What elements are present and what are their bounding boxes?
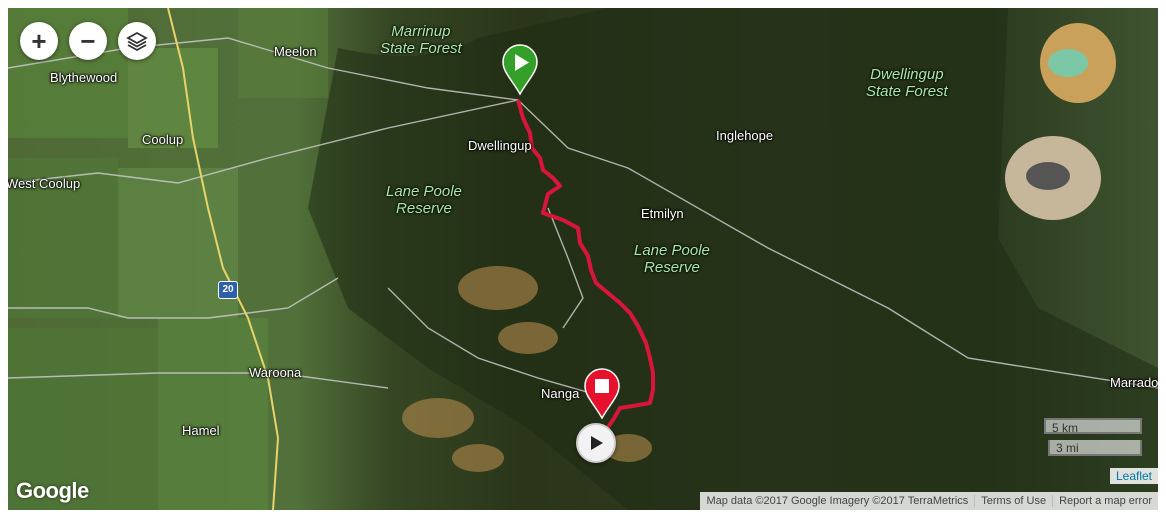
mine-sites [1005, 23, 1116, 220]
play-icon [591, 436, 603, 450]
google-logo: Google [16, 478, 89, 503]
place-west-coolup: West Coolup [8, 176, 81, 191]
map-canvas[interactable]: Meelon Blythewood Coolup West Coolup Dwe… [8, 8, 1158, 510]
place-waroona: Waroona [249, 365, 302, 380]
place-hamel: Hamel [182, 423, 220, 438]
scale-km: 5 km [1044, 418, 1142, 435]
zoom-out-button[interactable]: − [69, 22, 107, 60]
place-dwellingup: Dwellingup [468, 138, 532, 153]
park-marrinup: Marrinup State Forest [380, 23, 462, 57]
leaflet-link[interactable]: Leaflet [1109, 468, 1158, 484]
end-marker[interactable] [584, 368, 620, 420]
playback-button[interactable] [576, 423, 616, 463]
place-etmilyn: Etmilyn [641, 206, 684, 221]
place-marradong: Marrado [1110, 375, 1158, 390]
place-inglehope: Inglehope [716, 128, 774, 143]
park-dwellingup-state-forest: Dwellingup State Forest [866, 66, 948, 100]
layers-button[interactable] [118, 22, 156, 60]
attribution-bar: Map data ©2017 Google Imagery ©2017 Terr… [700, 492, 1158, 510]
report-error-link[interactable]: Report a map error [1052, 495, 1158, 507]
park-lane-poole-west: Lane Poole Reserve [386, 183, 462, 217]
place-meelon: Meelon [274, 44, 317, 59]
start-marker[interactable] [502, 44, 538, 96]
scale-mi: 3 mi [1048, 440, 1142, 456]
stop-icon [595, 379, 609, 393]
layers-icon [126, 31, 148, 52]
place-coolup: Coolup [142, 132, 184, 147]
highway-shield: 20 [218, 281, 238, 299]
zoom-in-button[interactable]: + [20, 22, 58, 60]
park-lane-poole-east: Lane Poole Reserve [634, 242, 710, 276]
place-blythewood: Blythewood [50, 70, 118, 85]
map-data-text: Map data ©2017 Google Imagery ©2017 Terr… [706, 495, 969, 507]
terms-link[interactable]: Terms of Use [974, 495, 1052, 507]
place-nanga: Nanga [541, 386, 580, 401]
